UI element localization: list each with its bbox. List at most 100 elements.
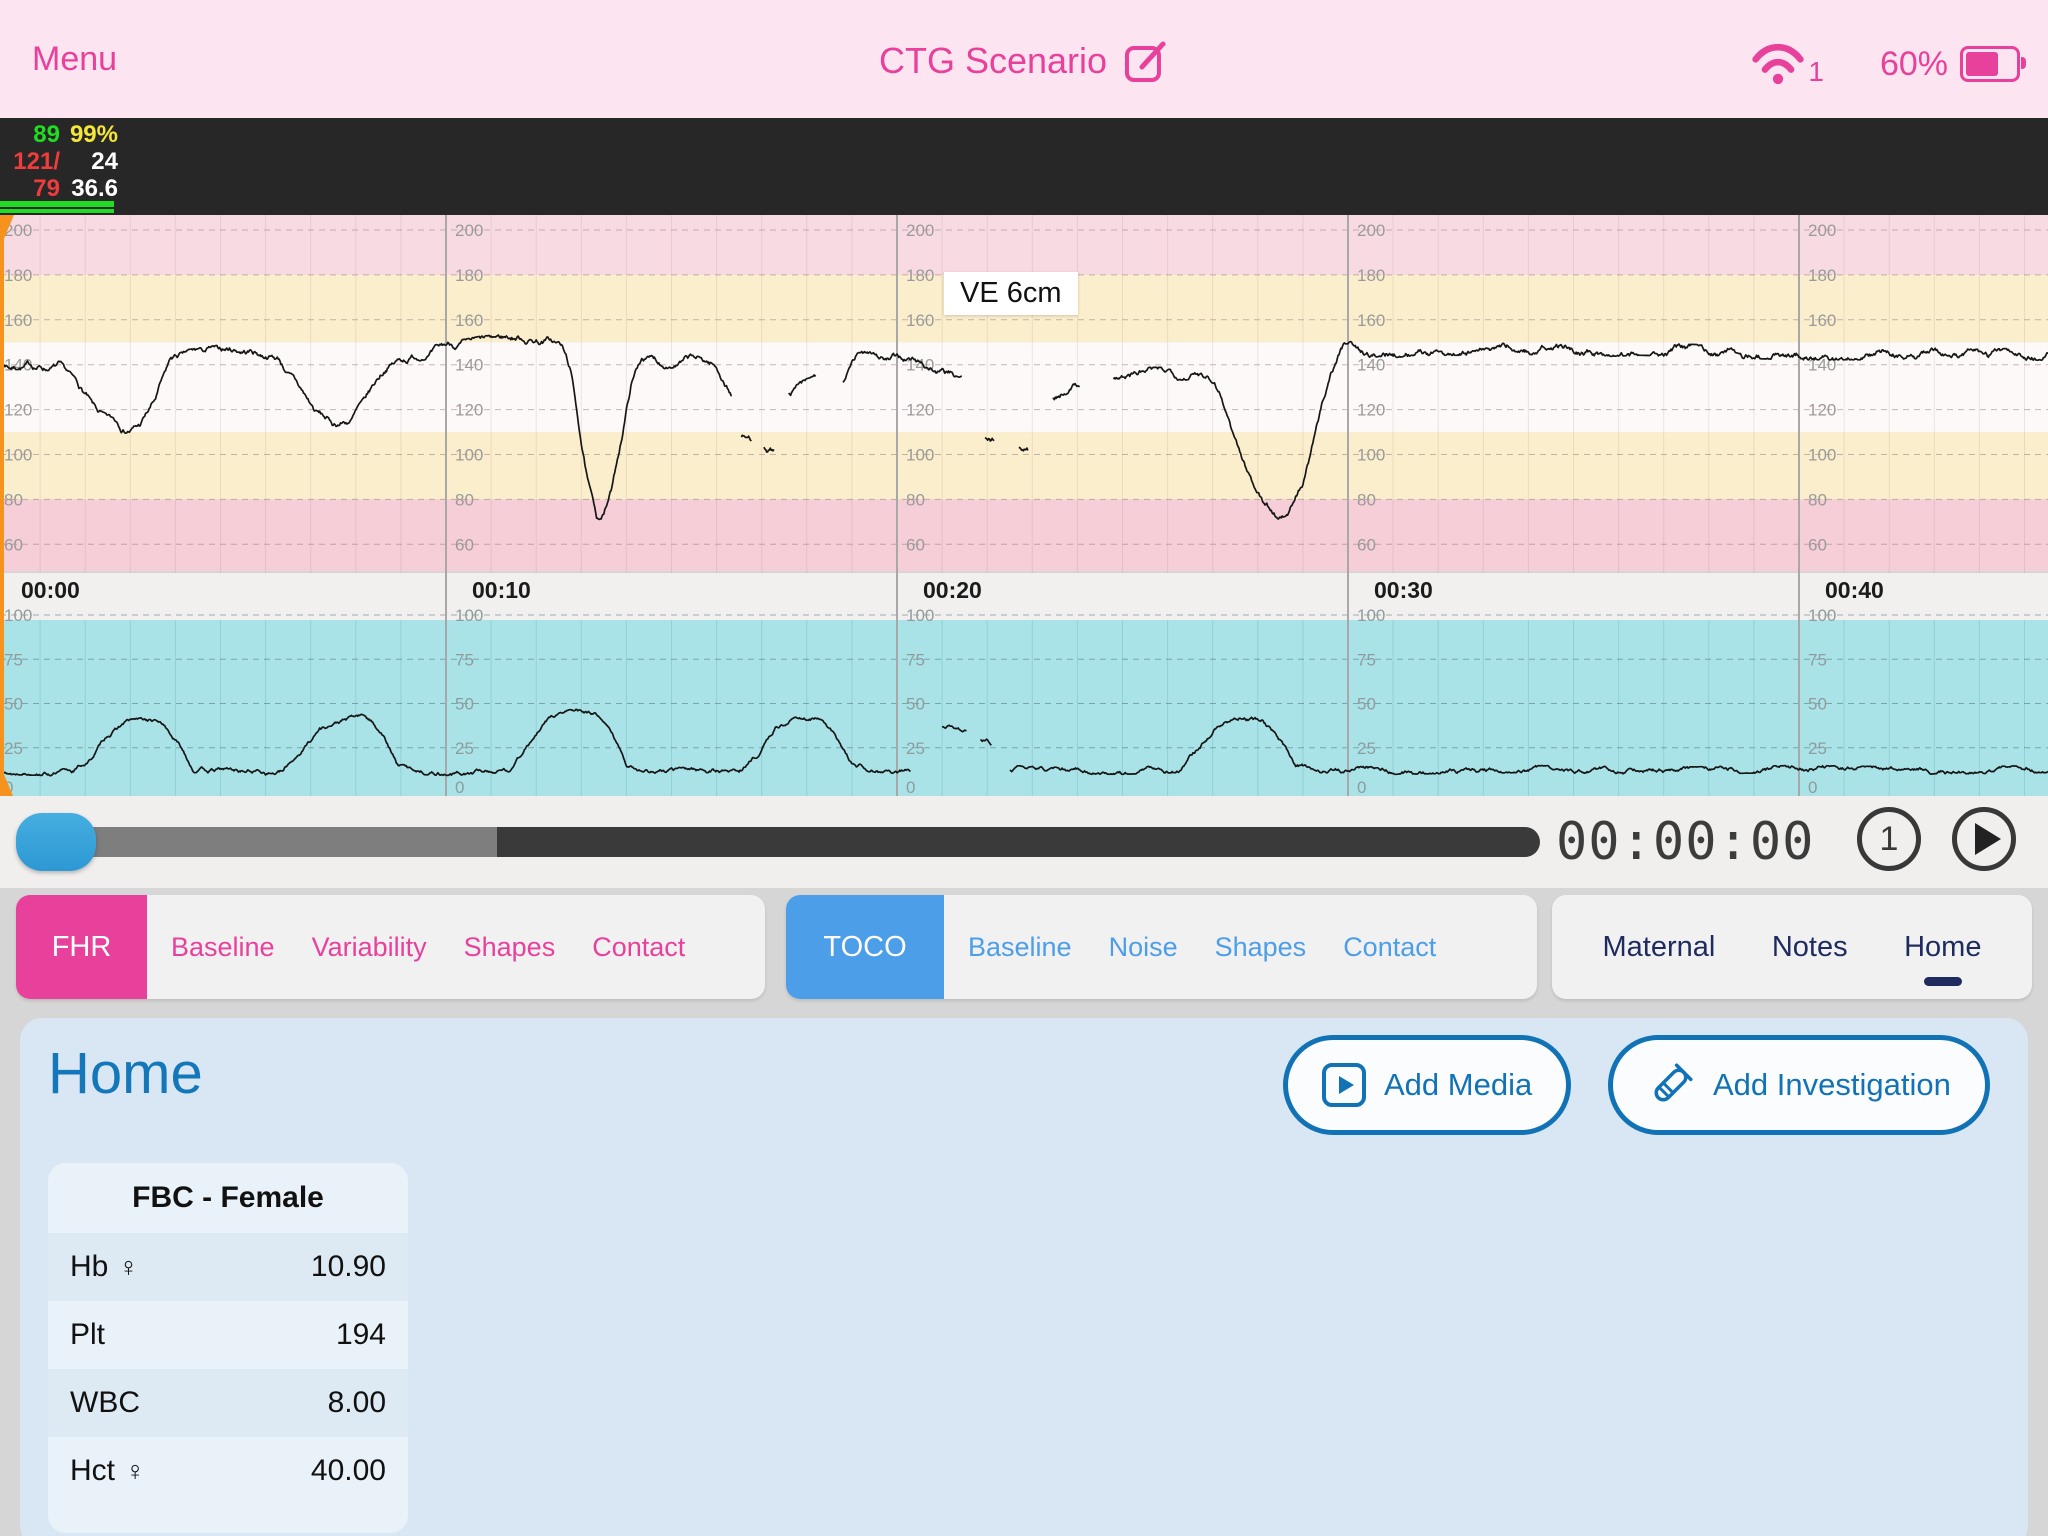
svg-text:00:40: 00:40 [1825,577,1884,603]
play-button[interactable] [1952,807,2016,871]
tab-toco-contact[interactable]: Contact [1330,895,1449,999]
svg-text:00:20: 00:20 [923,577,982,603]
tab-home[interactable]: Home [1898,931,1987,964]
add-investigation-label: Add Investigation [1713,1067,1951,1103]
svg-text:50: 50 [4,695,23,714]
play-square-icon [1322,1063,1366,1107]
ctg-chart[interactable]: 2001801601401201008060100755025000:00200… [0,215,2048,796]
svg-text:180: 180 [1357,266,1385,285]
title-wrap: CTG Scenario [879,38,1169,84]
svg-text:200: 200 [455,221,483,240]
svg-text:180: 180 [4,266,32,285]
fhr-bands [0,215,2048,571]
playback-time: 00:00:00 [1556,812,1814,872]
timeline-thumb[interactable] [16,813,96,871]
svg-text:80: 80 [1808,490,1827,509]
svg-text:120: 120 [1808,401,1836,420]
add-investigation-button[interactable]: Add Investigation [1608,1035,1990,1135]
female-icon: ♀ [118,1252,138,1283]
tab-fhr-variability[interactable]: Variability [299,895,440,999]
edit-icon[interactable] [1123,38,1169,84]
tab-notes[interactable]: Notes [1766,931,1854,964]
add-media-label: Add Media [1384,1067,1532,1103]
fbc-card[interactable]: FBC - Female Hb♀ 10.90 Plt 194 WBC 8.00 … [48,1163,408,1533]
fbc-card-title: FBC - Female [48,1163,408,1233]
tab-toco-baseline[interactable]: Baseline [955,895,1085,999]
tab-toco-noise[interactable]: Noise [1096,895,1191,999]
timeline-row: 00:00:00 1 [0,796,2048,888]
svg-text:120: 120 [4,401,32,420]
fbc-value: 10.90 [311,1250,386,1284]
vitals-row-bp-resp: 121/ 24 [0,148,118,175]
tab-toco[interactable]: TOCO [786,895,944,999]
ve-annotation: VE 6cm [944,272,1078,315]
svg-text:200: 200 [1357,221,1385,240]
svg-text:80: 80 [455,490,474,509]
playback-speed-value: 1 [1880,820,1899,859]
fbc-row-hb: Hb♀ 10.90 [48,1233,408,1301]
svg-text:25: 25 [906,739,925,758]
top-bar: Menu CTG Scenario 1 60% [0,0,2048,118]
svg-text:00:30: 00:30 [1374,577,1433,603]
menu-button[interactable]: Menu [32,40,117,79]
fbc-value: 194 [336,1318,386,1352]
tab-fhr-shapes[interactable]: Shapes [451,895,569,999]
svg-text:25: 25 [1357,739,1376,758]
fbc-row-hct: Hct ♀ 40.00 [48,1437,408,1505]
svg-text:140: 140 [906,356,934,375]
tab-fhr-baseline[interactable]: Baseline [158,895,288,999]
svg-text:00:10: 00:10 [472,577,531,603]
play-icon [1975,823,2001,855]
svg-text:50: 50 [906,695,925,714]
ctg-scenario-app: Menu CTG Scenario 1 60% 89 99% [0,0,2048,1536]
tab-fhr[interactable]: FHR [16,895,147,999]
home-section-title: Home [48,1040,203,1107]
status-icons: 1 60% [1750,40,2020,88]
svg-text:120: 120 [455,401,483,420]
fbc-value: 40.00 [311,1454,386,1488]
svg-text:75: 75 [4,650,23,669]
svg-text:60: 60 [4,535,23,554]
svg-text:180: 180 [1808,266,1836,285]
svg-text:160: 160 [906,311,934,330]
svg-text:100: 100 [906,446,934,465]
svg-text:0: 0 [1808,778,1817,796]
svg-text:120: 120 [1357,401,1385,420]
svg-text:120: 120 [906,401,934,420]
spo2-value: 99% [60,121,118,148]
tab-fhr-contact[interactable]: Contact [579,895,698,999]
svg-text:75: 75 [906,650,925,669]
tab-toco-shapes[interactable]: Shapes [1202,895,1320,999]
timeline-track-remaining[interactable] [497,827,1540,857]
playback-speed-button[interactable]: 1 [1857,807,1921,871]
svg-text:25: 25 [455,739,474,758]
home-panel: Home Add Media Add Investigation FBC - F… [20,1018,2028,1536]
svg-text:180: 180 [906,266,934,285]
time-axis-strip [0,573,2048,620]
tab-maternal[interactable]: Maternal [1597,931,1722,964]
selected-tab-indicator [1924,977,1962,986]
timeline-track-elapsed[interactable] [40,827,497,857]
fbc-label: Hct [70,1454,115,1488]
svg-text:0: 0 [1357,778,1366,796]
vitals-row-hr-spo2: 89 99% [0,121,118,148]
nav-tab-card: Maternal Notes Home [1552,895,2032,999]
svg-text:100: 100 [1808,446,1836,465]
vitals-trend-bar [0,201,114,207]
svg-text:75: 75 [455,650,474,669]
svg-text:200: 200 [1808,221,1836,240]
fbc-label: WBC [70,1386,140,1420]
bp-diastolic-value: 79 [2,175,60,202]
svg-text:80: 80 [4,490,23,509]
resp-value: 24 [60,148,118,175]
svg-text:60: 60 [1808,535,1827,554]
svg-text:0: 0 [906,778,915,796]
wifi-count: 1 [1808,56,1824,88]
svg-text:60: 60 [1357,535,1376,554]
svg-text:0: 0 [455,778,464,796]
vitals-row-bp-temp: 79 36.6 [0,175,118,202]
add-media-button[interactable]: Add Media [1283,1035,1571,1135]
fbc-row-plt: Plt 194 [48,1301,408,1369]
female-icon: ♀ [125,1456,145,1487]
svg-text:25: 25 [1808,739,1827,758]
